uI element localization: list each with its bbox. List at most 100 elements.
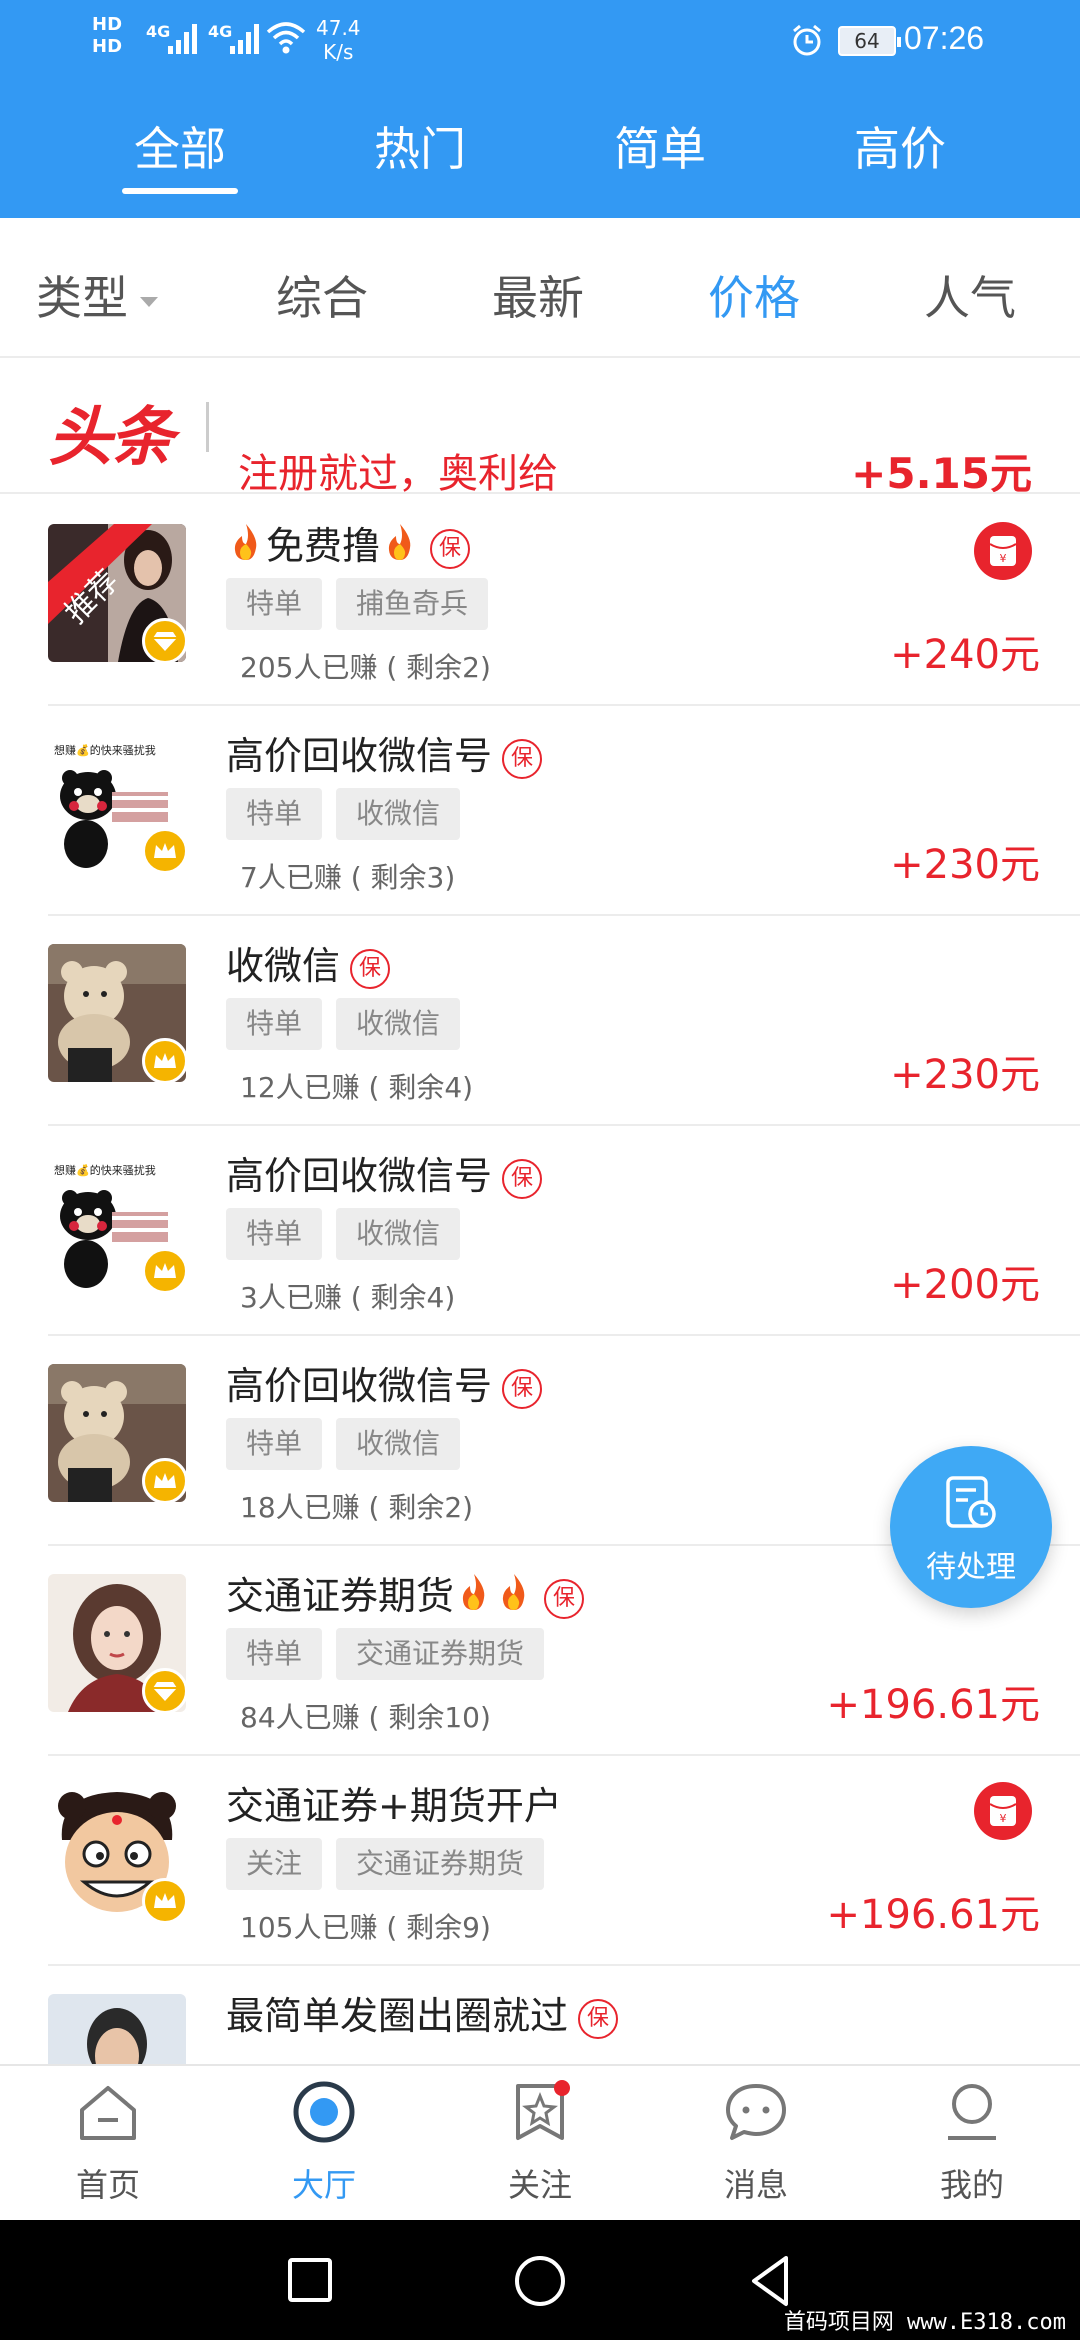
tag: 收微信 [336,788,461,840]
task-row[interactable]: 收微信保 特单 收微信 12人已赚 ( 剩余4) +230元 [0,916,1080,1126]
task-avatar [48,1994,186,2064]
tab-simple[interactable]: 简单 [560,110,760,188]
task-list: 推荐 免费撸保 特单 捕鱼奇兵 205人已赚 ( 剩余2) ¥ +240元 想赚… [0,496,1080,2064]
wifi-icon [266,22,306,54]
reward-amount: +200元 [890,1262,1040,1308]
clock: 07:26 [904,20,985,56]
bookmark-star-icon [516,2080,570,2140]
earned-count: 18人已赚 ( 剩余2) [240,1491,474,1524]
guarantee-badge: 保 [544,1578,585,1619]
bear-caption: 想赚💰的快来骚扰我 [54,743,156,757]
caret-down-icon [140,296,158,307]
svg-text:¥: ¥ [1000,552,1007,565]
guarantee-badge: 保 [430,528,471,569]
nav-label: 大厅 [291,2166,356,2204]
nav-follow[interactable]: 关注 [432,2066,648,2222]
reward-amount: +196.61元 [826,1682,1040,1728]
bottom-nav: 首页 大厅 关注 消息 我的 [0,2064,1080,2220]
hd-indicator: HD HD [92,14,123,57]
top-header: HD HD 4G 4G 47.4 K/s 64 07:26 全部 热门 简单 高… [0,0,1080,218]
earned-count: 84人已赚 ( 剩余10) [240,1701,491,1734]
system-nav-bar: 首码项目网 www.E318.com [0,2220,1080,2340]
task-title: 交通证券+期货开户 [226,1784,562,1828]
task-title: 高价回收微信号保 [226,1148,543,1204]
watermark: 首码项目网 www.E318.com [783,2310,1066,2335]
category-tabs: 全部 热门 简单 高价 [0,110,1080,218]
crown-badge-icon [142,1878,188,1924]
fire-icon [458,1571,490,1627]
task-tags: 特单 收微信 [226,1208,461,1260]
red-packet-icon: ¥ [974,1782,1032,1840]
tag: 交通证券期货 [336,1838,545,1890]
earned-count: 205人已赚 ( 剩余2) [240,651,491,684]
signal-icon [168,20,197,54]
tab-all[interactable]: 全部 [80,110,280,194]
task-row[interactable]: 推荐 免费撸保 特单 捕鱼奇兵 205人已赚 ( 剩余2) ¥ +240元 [0,496,1080,706]
svg-text:¥: ¥ [1000,1812,1007,1825]
task-row[interactable]: 最简单发圈出圈就过保 [0,1966,1080,2064]
task-title: 高价回收微信号保 [226,728,543,784]
sort-bar: 类型 综合 最新 价格 人气 [0,218,1080,358]
task-tags: 特单 收微信 [226,1418,461,1470]
recent-apps-icon[interactable] [274,2246,344,2316]
sort-popularity[interactable]: 人气 [924,262,1016,328]
tag: 特单 [226,788,323,840]
user-icon [948,2084,996,2140]
headline-amount: +5.15元 [851,452,1032,496]
sort-type-label: 类型 [36,271,128,325]
tab-high-price[interactable]: 高价 [800,110,1000,188]
tab-hot[interactable]: 热门 [320,110,520,188]
hall-icon [293,2081,355,2143]
sort-type-dropdown[interactable]: 类型 [36,262,158,328]
network-speed: 47.4 K/s [316,16,361,64]
nav-label: 首页 [75,2166,140,2204]
crown-badge-icon [142,828,188,874]
home-circle-icon[interactable] [505,2246,575,2316]
crown-badge-icon [142,1038,188,1084]
nav-home[interactable]: 首页 [0,2066,216,2222]
tag: 特单 [226,998,323,1050]
chat-bubble-icon [726,2084,786,2140]
task-title: 最简单发圈出圈就过保 [226,1988,619,2044]
reward-amount: +230元 [890,842,1040,888]
nav-messages[interactable]: 消息 [648,2066,864,2222]
reward-amount: +240元 [890,632,1040,678]
nav-mine[interactable]: 我的 [864,2066,1080,2222]
sort-overall[interactable]: 综合 [276,262,368,328]
guarantee-badge: 保 [502,1368,543,1409]
task-row[interactable]: 交通证券+期货开户 关注 交通证券期货 105人已赚 ( 剩余9) ¥ +196… [0,1756,1080,1966]
home-icon [80,2086,136,2140]
battery-indicator: 64 [838,26,901,56]
task-title: 收微信保 [226,938,391,994]
nav-hall[interactable]: 大厅 [216,2066,432,2222]
net-type-2: 4G [208,22,233,41]
task-tags: 关注 交通证券期货 [226,1838,545,1890]
headline-banner[interactable]: 头条 注册就过，奥利给 +5.15元 [0,360,1080,496]
tag: 收微信 [336,1208,461,1260]
pending-fab-button[interactable]: 待处理 [890,1446,1052,1608]
signal-icon [230,20,259,54]
crown-badge-icon [142,1458,188,1504]
tag: 关注 [226,1838,323,1890]
fire-icon [384,521,416,577]
headline-logo: 头条 [48,401,174,475]
tag: 交通证券期货 [336,1628,545,1680]
sort-price[interactable]: 价格 [708,262,800,328]
task-tags: 特单 捕鱼奇兵 [226,578,489,630]
sort-newest[interactable]: 最新 [492,262,584,328]
status-bar: HD HD 4G 4G 47.4 K/s 64 07:26 [0,0,1080,84]
guarantee-badge: 保 [578,1998,619,2039]
earned-count: 7人已赚 ( 剩余3) [240,861,456,894]
diamond-badge-icon [142,1668,188,1714]
reward-amount: +196.61元 [826,1892,1040,1938]
tag: 特单 [226,1418,323,1470]
guarantee-badge: 保 [502,738,543,779]
task-row[interactable]: 想赚💰的快来骚扰我 高价回收微信号保 特单 收微信 3人已赚 ( 剩余4) +2… [0,1126,1080,1336]
tag: 捕鱼奇兵 [336,578,489,630]
task-tags: 特单 交通证券期货 [226,1628,545,1680]
crown-badge-icon [142,1248,188,1294]
red-packet-icon: ¥ [974,522,1032,580]
fab-label: 待处理 [926,1550,1016,1585]
task-tags: 特单 收微信 [226,788,461,840]
task-row[interactable]: 想赚💰的快来骚扰我 高价回收微信号保 特单 收微信 7人已赚 ( 剩余3) +2… [0,706,1080,916]
